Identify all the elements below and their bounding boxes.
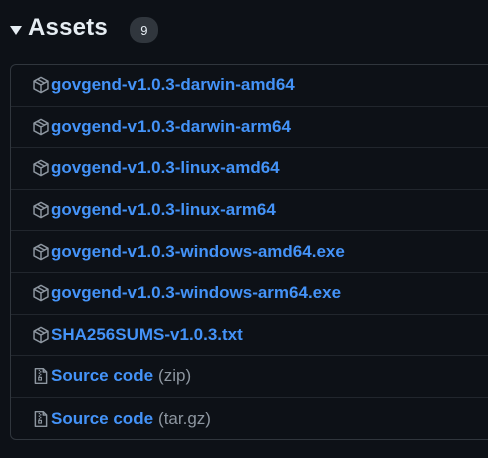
asset-row: govgend-v1.0.3-darwin-amd64 bbox=[11, 65, 488, 107]
asset-link[interactable]: govgend-v1.0.3-linux-arm64 bbox=[51, 200, 276, 220]
asset-suffix: (zip) bbox=[158, 366, 192, 386]
asset-link[interactable]: Source code bbox=[51, 409, 153, 429]
assets-list: govgend-v1.0.3-darwin-amd64 govgend-v1.0… bbox=[10, 64, 488, 440]
asset-link[interactable]: govgend-v1.0.3-windows-amd64.exe bbox=[51, 242, 345, 262]
package-icon bbox=[32, 159, 50, 177]
asset-link[interactable]: govgend-v1.0.3-darwin-arm64 bbox=[51, 117, 291, 137]
package-icon bbox=[32, 284, 50, 302]
asset-row: govgend-v1.0.3-linux-amd64 bbox=[11, 148, 488, 190]
asset-suffix: (tar.gz) bbox=[158, 408, 211, 428]
file-zip-icon bbox=[32, 367, 50, 385]
assets-title: Assets bbox=[28, 14, 108, 41]
caret-down-icon[interactable] bbox=[10, 25, 22, 35]
assets-count-badge: 9 bbox=[129, 17, 158, 43]
package-icon bbox=[32, 243, 50, 261]
package-icon bbox=[32, 326, 50, 344]
package-icon bbox=[32, 76, 50, 94]
asset-row: govgend-v1.0.3-windows-arm64.exe bbox=[11, 273, 488, 315]
asset-row: Source code (tar.gz) bbox=[11, 398, 488, 439]
asset-row: govgend-v1.0.3-linux-arm64 bbox=[11, 190, 488, 232]
asset-link[interactable]: govgend-v1.0.3-linux-amd64 bbox=[51, 158, 280, 178]
asset-row: govgend-v1.0.3-darwin-arm64 bbox=[11, 107, 488, 149]
asset-row: SHA256SUMS-v1.0.3.txt bbox=[11, 315, 488, 357]
asset-row: govgend-v1.0.3-windows-amd64.exe bbox=[11, 231, 488, 273]
file-zip-icon bbox=[32, 410, 50, 428]
asset-row: Source code (zip) bbox=[11, 356, 488, 398]
asset-link[interactable]: SHA256SUMS-v1.0.3.txt bbox=[51, 325, 243, 345]
asset-link[interactable]: Source code bbox=[51, 366, 153, 386]
package-icon bbox=[32, 201, 50, 219]
package-icon bbox=[32, 118, 50, 136]
asset-link[interactable]: govgend-v1.0.3-windows-arm64.exe bbox=[51, 283, 341, 303]
asset-link[interactable]: govgend-v1.0.3-darwin-amd64 bbox=[51, 75, 295, 95]
assets-header[interactable]: Assets 9 bbox=[10, 10, 158, 46]
